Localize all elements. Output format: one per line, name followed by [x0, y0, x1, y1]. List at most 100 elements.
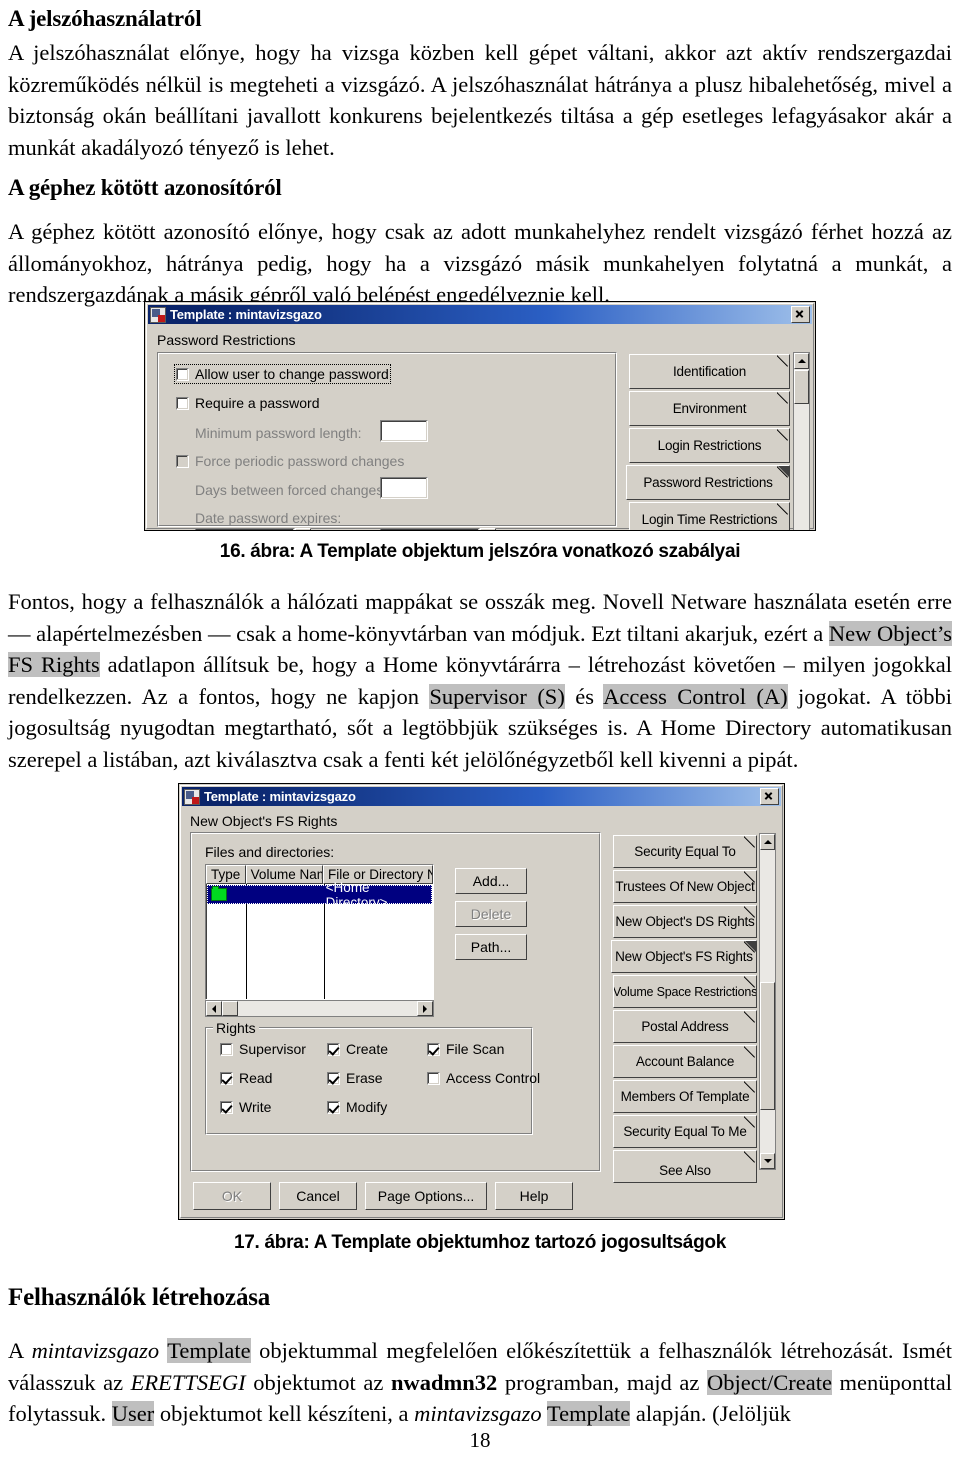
- scroll-down-button[interactable]: [760, 1153, 775, 1169]
- page-tab-postal-address[interactable]: Postal Address: [613, 1010, 757, 1043]
- folder-icon: [207, 886, 246, 901]
- page-tab-new-objects-ds-rights[interactable]: New Object's DS Rights: [613, 905, 757, 938]
- checkbox-create[interactable]: Create: [327, 1041, 388, 1057]
- page-tab-security-equal-to[interactable]: Security Equal To: [613, 835, 757, 868]
- scroll-up-button[interactable]: [760, 834, 775, 850]
- listview-horizontal-scrollbar[interactable]: [205, 1000, 434, 1017]
- delete-button[interactable]: Delete: [455, 901, 527, 927]
- p4-highlight-user: User: [111, 1401, 155, 1426]
- page-tabs-scrollbar-16[interactable]: [793, 352, 810, 530]
- checkbox-box-icon[interactable]: [220, 1100, 233, 1114]
- scroll-right-button[interactable]: [417, 1001, 433, 1016]
- p4-t7: objektumot kell készíteni, a: [154, 1401, 415, 1426]
- dialog-new-object-fs-rights[interactable]: Template : mintavizsgazo New Object's FS…: [178, 783, 785, 1220]
- checkbox-box-icon[interactable]: [176, 367, 189, 381]
- titlebar-17[interactable]: Template : mintavizsgazo: [182, 787, 781, 806]
- page-options-button[interactable]: Page Options...: [365, 1182, 487, 1210]
- files-and-directories-listview[interactable]: Type Volume Name File or Directory Name …: [205, 864, 434, 1000]
- close-icon[interactable]: [760, 788, 779, 805]
- application-icon: [184, 788, 200, 805]
- checkbox-box-icon[interactable]: [427, 1042, 440, 1056]
- page-tab-new-objects-fs-rights[interactable]: New Object's FS Rights: [611, 940, 757, 973]
- scrollbar-thumb[interactable]: [222, 1001, 238, 1016]
- page-label-17: New Object's FS Rights: [190, 813, 338, 829]
- checkbox-box-icon[interactable]: [176, 396, 189, 410]
- scrollbar-track[interactable]: [206, 1001, 433, 1016]
- checkbox-supervisor[interactable]: Supervisor: [220, 1041, 306, 1057]
- checkbox-box-icon[interactable]: [327, 1042, 340, 1056]
- dialog-password-restrictions[interactable]: Template : mintavizsgazo Password Restri…: [144, 301, 816, 531]
- cell-file-or-directory-name: <Home Directory>: [325, 879, 388, 910]
- page-tab-label: Trustees Of New Object: [615, 879, 755, 894]
- page-tab-identification[interactable]: Identification: [629, 354, 790, 389]
- checkbox-box-icon[interactable]: [220, 1071, 233, 1085]
- fold-corner-icon: [777, 429, 789, 441]
- checkbox-force-periodic-password-changes[interactable]: Force periodic password changes: [176, 453, 404, 469]
- page-tab-trustees-of-new-object[interactable]: Trustees Of New Object: [613, 870, 757, 903]
- input-date-password-expires[interactable]: [195, 528, 295, 530]
- page-tab-volume-space-restrictions[interactable]: Volume Space Restrictions: [613, 975, 757, 1008]
- page-tab-label: Security Equal To Me: [623, 1124, 747, 1139]
- checkbox-label: Allow user to change password: [195, 366, 389, 382]
- checkbox-label: Modify: [346, 1099, 388, 1115]
- p3-highlight-supervisor: Supervisor (S): [429, 683, 565, 709]
- checkbox-box-icon[interactable]: [327, 1071, 340, 1085]
- p4-italic-mintavizsgazo-1: mintavizsgazo: [31, 1338, 160, 1363]
- page-tabs-scrollbar-17[interactable]: [759, 833, 776, 1170]
- close-icon[interactable]: [791, 306, 810, 323]
- p4-t4: objektumot az: [245, 1369, 391, 1395]
- titlebar-16[interactable]: Template : mintavizsgazo: [148, 305, 812, 324]
- time-spinner-button[interactable]: [480, 528, 496, 530]
- checkbox-modify[interactable]: Modify: [327, 1099, 387, 1115]
- help-button[interactable]: Help: [495, 1182, 573, 1210]
- date-spinner-button[interactable]: [295, 528, 311, 530]
- page-tab-see-also[interactable]: See Also: [613, 1150, 757, 1183]
- ok-button[interactable]: OK: [193, 1182, 271, 1210]
- paragraph-4: A mintavizsgazo Template objektummal meg…: [8, 1335, 952, 1430]
- page-tab-security-equal-to-me[interactable]: Security Equal To Me: [613, 1115, 757, 1148]
- page-tab-label: Login Time Restrictions: [641, 512, 778, 527]
- checkbox-box-icon[interactable]: [176, 454, 189, 468]
- page-tab-login-restrictions[interactable]: Login Restrictions: [629, 428, 790, 463]
- input-time-password-expires[interactable]: [380, 528, 480, 530]
- fold-corner-icon: [744, 1151, 756, 1163]
- page-tab-members-of-template[interactable]: Members Of Template: [613, 1080, 757, 1113]
- checkbox-read[interactable]: Read: [220, 1070, 272, 1086]
- checkbox-label: Create: [346, 1041, 389, 1057]
- scrollbar-thumb[interactable]: [760, 982, 775, 1110]
- checkbox-label: Erase: [346, 1070, 383, 1086]
- p4-t5: programban, majd az: [497, 1369, 707, 1395]
- add-button[interactable]: Add...: [455, 868, 527, 894]
- checkbox-erase[interactable]: Erase: [327, 1070, 383, 1086]
- input-days-between-forced-changes[interactable]: [380, 477, 428, 499]
- paragraph-3: Fontos, hogy a felhasználók a hálózati m…: [8, 586, 952, 775]
- fold-corner-icon: [744, 906, 756, 918]
- cancel-button[interactable]: Cancel: [279, 1182, 357, 1210]
- page-tab-account-balance[interactable]: Account Balance: [613, 1045, 757, 1078]
- checkbox-label: File Scan: [446, 1041, 505, 1057]
- input-minimum-password-length[interactable]: [380, 420, 428, 442]
- column-header-volume-name[interactable]: Volume Name: [245, 865, 323, 884]
- checkbox-allow-user-to-change-password[interactable]: Allow user to change password: [174, 364, 391, 384]
- page-tab-label: New Object's FS Rights: [615, 949, 753, 964]
- column-header-type[interactable]: Type: [206, 865, 246, 884]
- checkbox-box-icon[interactable]: [427, 1071, 440, 1085]
- table-row[interactable]: <Home Directory>: [207, 880, 432, 910]
- scroll-left-button[interactable]: [206, 1001, 222, 1016]
- checkbox-file-scan[interactable]: File Scan: [427, 1041, 504, 1057]
- checkbox-box-icon[interactable]: [220, 1042, 233, 1056]
- page-label-16: Password Restrictions: [157, 332, 296, 348]
- fold-corner-icon: [744, 941, 756, 953]
- scrollbar-thumb[interactable]: [794, 370, 809, 404]
- checkbox-require-a-password[interactable]: Require a password: [176, 395, 320, 411]
- page-tab-password-restrictions[interactable]: Password Restrictions: [626, 465, 790, 500]
- application-icon: [150, 306, 166, 323]
- checkbox-label: Force periodic password changes: [195, 453, 405, 469]
- path-button[interactable]: Path...: [455, 934, 527, 960]
- page-tab-login-time-restrictions[interactable]: Login Time Restrictions: [629, 502, 790, 530]
- checkbox-box-icon[interactable]: [327, 1100, 340, 1114]
- scroll-up-button[interactable]: [794, 353, 809, 369]
- checkbox-write[interactable]: Write: [220, 1099, 271, 1115]
- page-tab-environment[interactable]: Environment: [629, 391, 790, 426]
- checkbox-access-control[interactable]: Access Control: [427, 1070, 540, 1086]
